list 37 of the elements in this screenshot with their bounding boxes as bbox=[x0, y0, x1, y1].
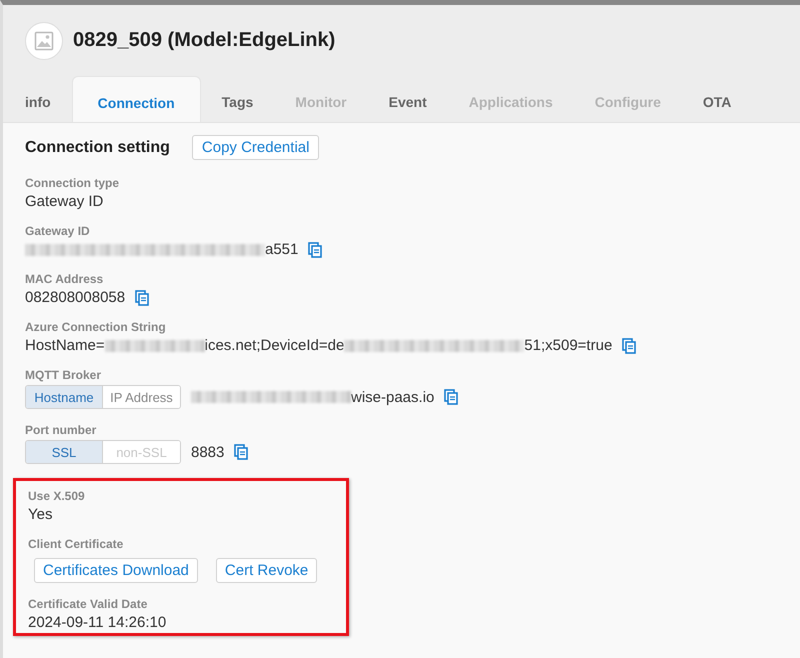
field-value: 51;x509=true bbox=[524, 337, 612, 354]
field-label: Client Certificate bbox=[28, 537, 124, 551]
copy-icon[interactable] bbox=[444, 389, 458, 405]
field-value: a551 bbox=[265, 241, 298, 258]
field-label: Azure Connection String bbox=[25, 320, 166, 334]
tab[interactable]: Connection bbox=[72, 76, 201, 122]
field-value: Gateway ID bbox=[25, 193, 104, 210]
tab[interactable]: OTA bbox=[682, 76, 752, 122]
segment-option[interactable]: SSL bbox=[26, 441, 103, 463]
field-label: MAC Address bbox=[25, 272, 104, 286]
tab[interactable]: Event bbox=[368, 76, 448, 122]
tab[interactable]: Tags bbox=[200, 76, 274, 122]
field-value: 082808008058 bbox=[25, 289, 126, 306]
copy-icon[interactable] bbox=[308, 242, 322, 258]
device-title: 0829_509 (Model:EdgeLink) bbox=[73, 29, 336, 52]
field-value: Yes bbox=[28, 506, 52, 523]
copy-credential-button[interactable]: Copy Credential bbox=[192, 135, 320, 160]
field-value: 2024-09-11 14:26:10 bbox=[28, 614, 166, 631]
field-label: Certificate Valid Date bbox=[28, 597, 148, 611]
field-value: 8883 bbox=[191, 444, 224, 460]
field-label: Port number bbox=[25, 423, 96, 437]
field-label: Use X.509 bbox=[28, 489, 85, 503]
copy-icon[interactable] bbox=[622, 338, 636, 354]
tab[interactable]: info bbox=[3, 76, 72, 122]
copy-icon[interactable] bbox=[234, 444, 248, 460]
field-label: Connection type bbox=[25, 176, 120, 190]
segment-option[interactable]: Hostname bbox=[26, 386, 103, 408]
field-value: wise-paas.io bbox=[351, 388, 434, 406]
field-label: Gateway ID bbox=[25, 224, 90, 238]
section-title: Connection setting bbox=[25, 138, 170, 156]
certificate-button[interactable]: Cert Revoke bbox=[216, 558, 318, 583]
field-value: ices.net;DeviceId=de bbox=[204, 337, 344, 354]
copy-icon[interactable] bbox=[135, 290, 150, 306]
avatar-icon bbox=[25, 22, 63, 60]
field-label: MQTT Broker bbox=[25, 368, 102, 382]
field-value: HostName= bbox=[25, 337, 105, 354]
certificate-button[interactable]: Certificates Download bbox=[34, 558, 198, 583]
